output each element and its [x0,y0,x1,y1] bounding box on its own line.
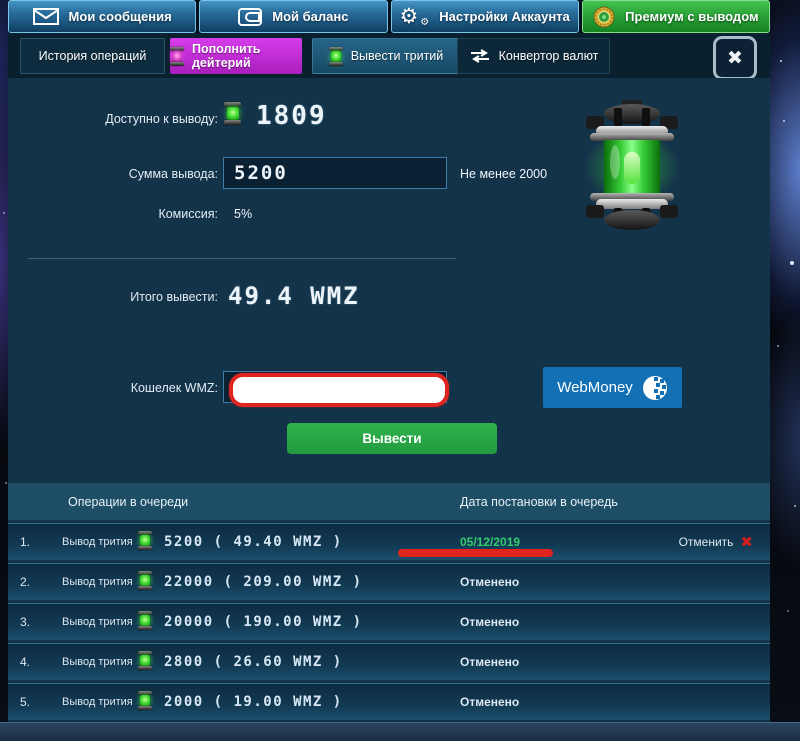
available-label: Доступно к выводу: [68,112,218,126]
column-operations: Операции в очереди [68,483,188,520]
row-amount: 5200 ( 49.40 WMZ ) [164,524,343,560]
row-status: Отменено [460,644,519,680]
commission-value: 5% [234,207,252,221]
tab-operations-history[interactable]: История операций [20,38,165,74]
tritium-icon [224,102,241,125]
envelope-icon [33,8,59,25]
stars-decoration [0,0,2,2]
top-tab-bar: Мои сообщения Мой баланс ⚙⚙ Настройки Ак… [8,0,770,33]
cancel-x-icon: ✖ [740,533,753,551]
amount-field-wrap [223,157,447,189]
tab-label: Мой баланс [272,9,348,24]
available-value: 1809 [256,101,327,131]
divider [28,258,456,259]
row-number: 5. [20,684,30,720]
row-status: Отменено [460,604,519,640]
tab-withdraw-tritium[interactable]: Вывести тритий [312,38,460,74]
withdraw-button[interactable]: Вывести [287,423,497,454]
amount-input[interactable] [224,158,446,188]
row-number: 2. [20,564,30,600]
row-amount: 2800 ( 26.60 WMZ ) [164,644,343,680]
tab-currency-converter[interactable]: Конвертор валют [457,38,610,74]
tab-label: Премиум с выводом [625,9,758,24]
close-icon: ✖ [727,47,743,69]
tab-label: История операций [39,49,147,63]
amount-hint: Не менее 2000 [460,167,547,181]
tab-topup-deuterium[interactable]: Пополнить дейтерий [170,38,302,74]
tab-label: Вывести тритий [351,49,444,63]
table-row: 2. Вывод трития 22000 ( 209.00 WMZ ) Отм… [8,563,770,600]
commission-label: Комиссия: [68,207,218,221]
amount-label: Сумма вывода: [68,167,218,181]
row-operation-label: Вывод трития [62,604,133,640]
redaction-overlay [229,373,449,407]
row-operation-label: Вывод трития [62,524,133,560]
premium-withdraw-panel: Мои сообщения Мой баланс ⚙⚙ Настройки Ак… [8,0,770,722]
tritium-icon [138,651,152,670]
tab-label: Конвертор валют [499,49,599,63]
medal-icon [593,6,615,28]
total-label: Итого вывести: [68,290,218,304]
bottom-bar [0,722,800,741]
tab-balance[interactable]: Мой баланс [199,0,387,33]
webmoney-button[interactable]: WebMoney [543,367,682,408]
tab-label: Настройки Аккаунта [439,9,570,24]
row-amount: 20000 ( 190.00 WMZ ) [164,604,363,640]
gear-icon: ⚙ [399,6,418,27]
row-number: 3. [20,604,30,640]
queue-rows: 1. Вывод трития 5200 ( 49.40 WMZ ) 05/12… [8,523,770,720]
red-underline-annotation [398,549,553,557]
row-operation-label: Вывод трития [62,644,133,680]
column-date: Дата постановки в очередь [460,483,618,520]
tritium-icon [138,611,152,630]
table-row: 3. Вывод трития 20000 ( 190.00 WMZ ) Отм… [8,603,770,640]
tritium-canister-image [572,98,692,236]
tritium-icon [138,571,152,590]
tab-premium-withdraw[interactable]: Премиум с выводом [582,0,770,33]
row-number: 1. [20,524,30,560]
cancel-button[interactable]: Отменить ✖ [679,524,753,560]
tab-label: Мои сообщения [69,9,172,24]
row-amount: 22000 ( 209.00 WMZ ) [164,564,363,600]
deuterium-canister-icon [170,47,184,66]
tab-label: Пополнить дейтерий [192,42,302,70]
table-row: 1. Вывод трития 5200 ( 49.40 WMZ ) 05/12… [8,523,770,560]
swap-icon [469,49,491,63]
table-row: 5. Вывод трития 2000 ( 19.00 WMZ ) Отмен… [8,683,770,720]
row-status: Отменено [460,684,519,720]
cancel-label: Отменить [679,535,734,549]
wallet-label: Кошелек WMZ: [68,381,218,395]
tab-account-settings[interactable]: ⚙⚙ Настройки Аккаунта [391,0,579,33]
tab-messages[interactable]: Мои сообщения [8,0,196,33]
row-operation-label: Вывод трития [62,564,133,600]
queue-table-header: Операции в очереди Дата постановки в оче… [8,483,770,520]
row-number: 4. [20,644,30,680]
wallet-icon [238,8,262,26]
webmoney-logo-icon [642,375,668,401]
row-operation-label: Вывод трития [62,684,133,720]
tritium-icon [138,691,152,710]
total-value: 49.4 WMZ [228,282,360,310]
app-screen: Мои сообщения Мой баланс ⚙⚙ Настройки Ак… [0,0,800,741]
gear-small-icon: ⚙ [420,18,429,28]
webmoney-label: WebMoney [557,379,633,396]
tritium-canister-icon [329,47,343,66]
sub-tab-bar: История операций Пополнить дейтерий Выве… [8,33,770,78]
table-row: 4. Вывод трития 2800 ( 26.60 WMZ ) Отмен… [8,643,770,680]
row-amount: 2000 ( 19.00 WMZ ) [164,684,343,720]
tritium-icon [138,531,152,550]
close-button[interactable]: ✖ [713,36,757,80]
row-status: Отменено [460,564,519,600]
